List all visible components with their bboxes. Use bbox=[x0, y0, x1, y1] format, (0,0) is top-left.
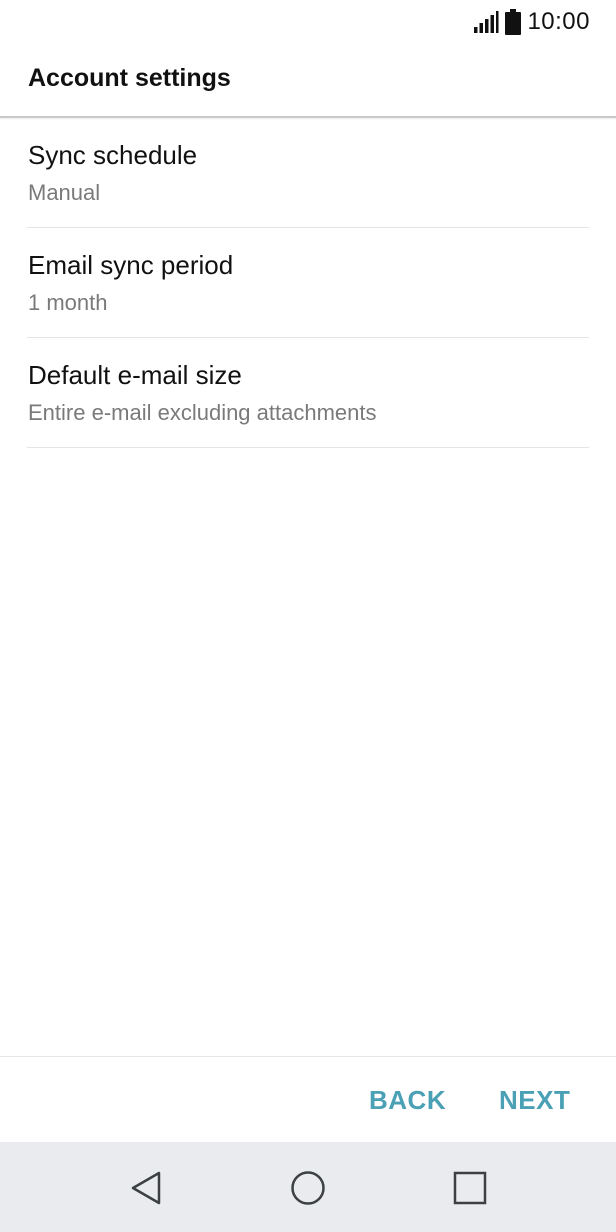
setting-value: 1 month bbox=[28, 290, 108, 315]
status-time: 10:00 bbox=[527, 8, 590, 35]
status-bar: 10:00 bbox=[0, 0, 616, 44]
setting-value: Manual bbox=[28, 180, 101, 205]
nav-recent-apps-button[interactable] bbox=[448, 1166, 492, 1210]
setting-title: Default e-mail size bbox=[28, 360, 242, 390]
setting-value: Entire e-mail excluding attachments bbox=[28, 400, 377, 425]
square-recent-icon bbox=[453, 1171, 487, 1205]
setting-item-sync-schedule[interactable]: Sync schedule Manual bbox=[27, 118, 589, 228]
triangle-back-icon bbox=[131, 1171, 161, 1205]
navigation-bar bbox=[0, 1142, 616, 1232]
app-header: Account settings bbox=[0, 44, 616, 118]
settings-list: Sync schedule Manual Email sync period 1… bbox=[27, 118, 589, 448]
circle-home-icon bbox=[291, 1171, 325, 1205]
back-button[interactable]: BACK bbox=[369, 1085, 446, 1116]
setting-item-default-email-size[interactable]: Default e-mail size Entire e-mail exclud… bbox=[27, 338, 589, 448]
nav-home-button[interactable] bbox=[286, 1166, 330, 1210]
nav-back-button[interactable] bbox=[124, 1166, 168, 1210]
setting-title: Email sync period bbox=[28, 250, 234, 280]
setting-title: Sync schedule bbox=[28, 140, 198, 170]
next-button[interactable]: NEXT bbox=[499, 1085, 570, 1116]
screen: 10:00 Account settings Sync schedule Man… bbox=[0, 0, 616, 1232]
page-title: Account settings bbox=[28, 64, 231, 92]
setting-item-email-sync-period[interactable]: Email sync period 1 month bbox=[27, 228, 589, 338]
battery-icon bbox=[505, 9, 522, 35]
action-bar: BACK NEXT bbox=[0, 1056, 616, 1143]
status-indicators: 10:00 bbox=[473, 6, 590, 38]
signal-icon bbox=[474, 11, 499, 33]
